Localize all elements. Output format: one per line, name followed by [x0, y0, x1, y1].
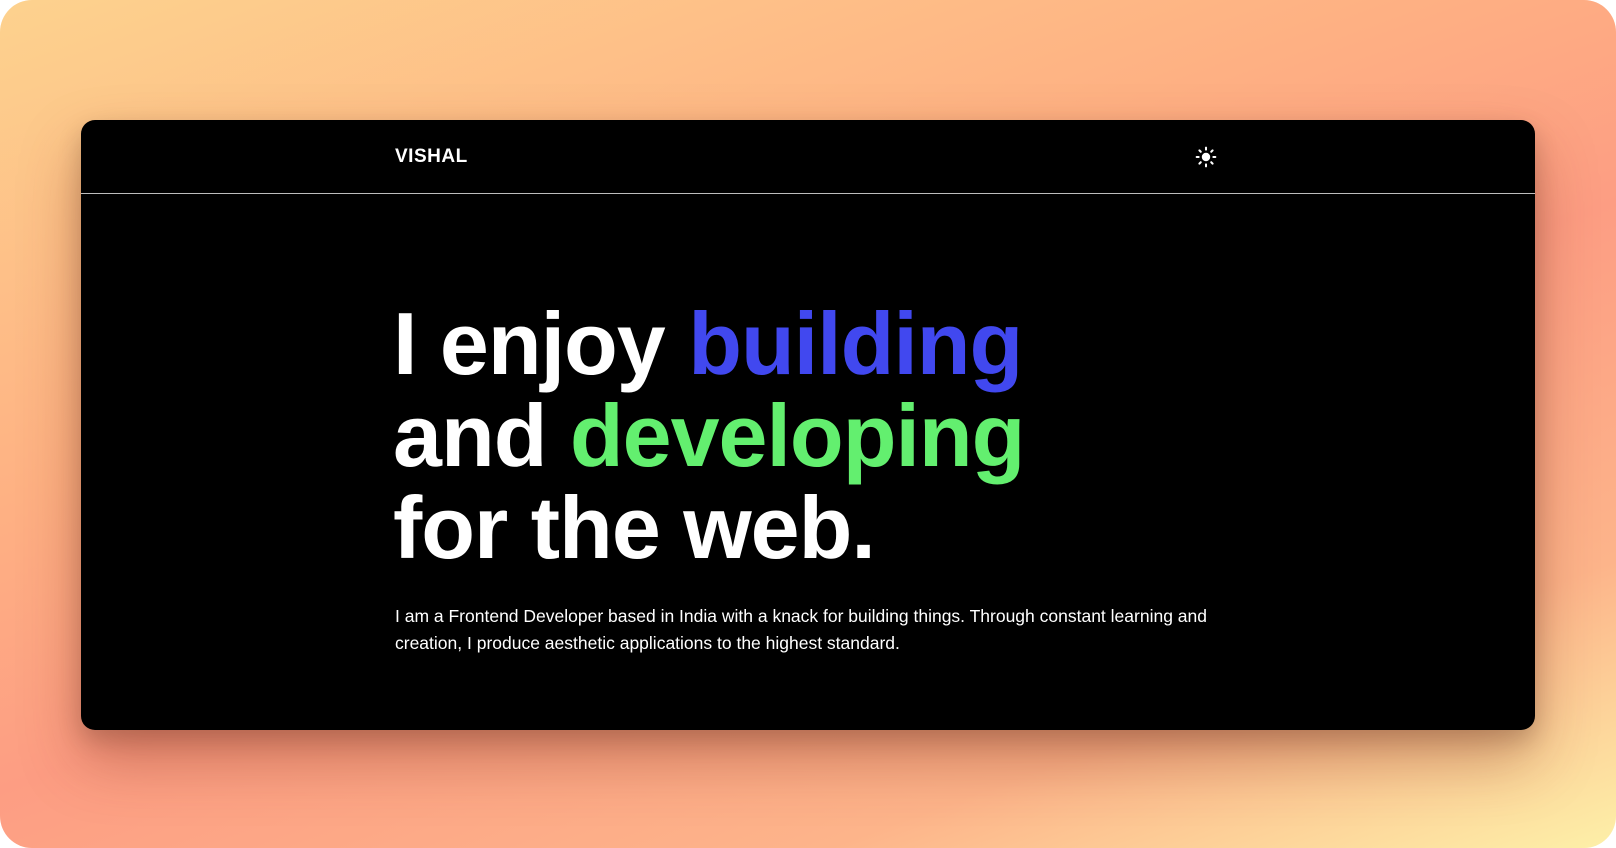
- headline-text: and: [393, 386, 570, 485]
- headline-line-3: for the web.: [393, 478, 876, 577]
- headline-accent-developing: developing: [569, 386, 1025, 485]
- site-logo[interactable]: VISHAL: [395, 146, 468, 168]
- headline-line-1: I enjoy building: [393, 294, 1023, 393]
- top-nav: VISHAL: [81, 120, 1535, 194]
- gradient-backdrop: VISHAL I enjoy building and developing f…: [0, 0, 1616, 848]
- theme-toggle-button[interactable]: [1191, 142, 1221, 172]
- hero-headline: I enjoy building and developing for the …: [393, 298, 1025, 577]
- headline-accent-building: building: [688, 294, 1023, 393]
- sun-icon: [1195, 146, 1217, 168]
- headline-line-2: and developing: [393, 386, 1025, 485]
- hero-intro-text: I am a Frontend Developer based in India…: [395, 606, 1207, 653]
- headline-text: I enjoy: [393, 294, 689, 393]
- browser-window: VISHAL I enjoy building and developing f…: [81, 120, 1535, 730]
